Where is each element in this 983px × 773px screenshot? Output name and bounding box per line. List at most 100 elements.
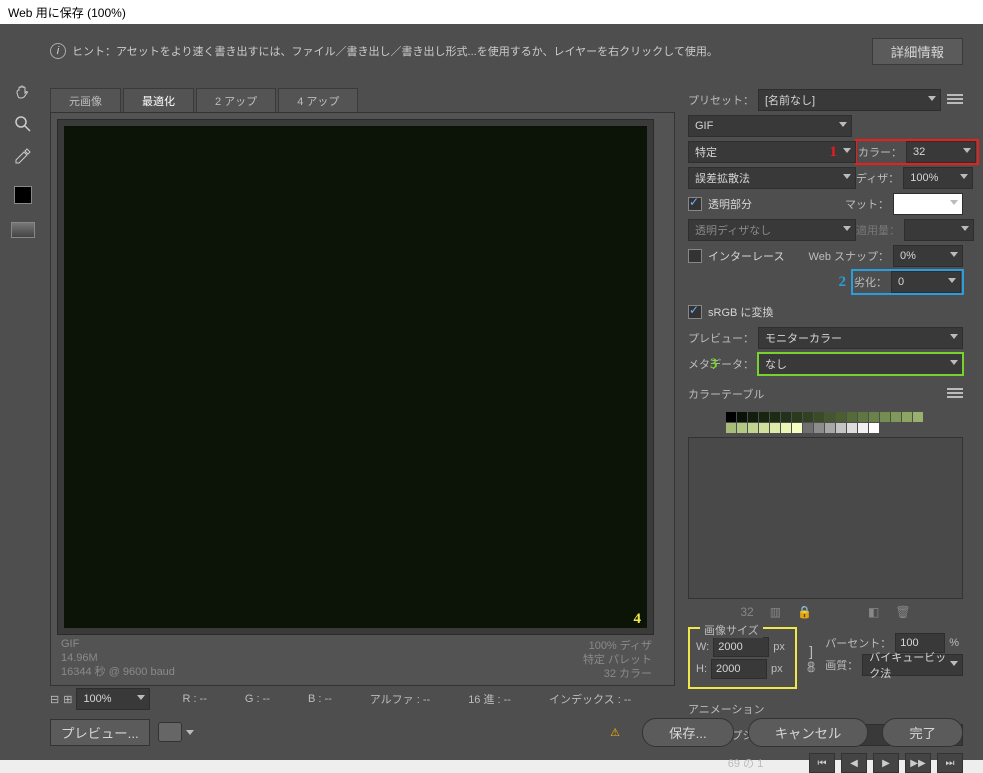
color-table-title: カラーテーブル bbox=[688, 386, 764, 402]
preview-button[interactable]: プレビュー... bbox=[50, 719, 150, 746]
metadata-select[interactable]: なし bbox=[758, 353, 963, 375]
color-swatch[interactable] bbox=[902, 412, 912, 422]
slice-visibility-button[interactable] bbox=[11, 222, 35, 238]
status-r: R : -- bbox=[182, 693, 206, 705]
tab-optimized[interactable]: 最適化 bbox=[123, 88, 194, 112]
colors-select[interactable]: 32 bbox=[906, 141, 976, 163]
width-input[interactable]: 2000 bbox=[713, 637, 769, 657]
color-swatch[interactable] bbox=[770, 412, 780, 422]
ct-new-icon[interactable]: ◧ bbox=[868, 605, 879, 619]
matte-select[interactable] bbox=[893, 193, 963, 215]
hint-text: ヒント：アセットをより速く書き出すには、ファイル／書き出し／書き出し形式...を… bbox=[72, 43, 718, 59]
color-swatch[interactable] bbox=[836, 412, 846, 422]
ct-lock-icon[interactable]: 🔒 bbox=[797, 605, 812, 619]
color-swatch[interactable] bbox=[814, 412, 824, 422]
more-info-button[interactable]: 詳細情報 bbox=[872, 38, 963, 65]
color-swatch[interactable] bbox=[836, 423, 846, 433]
done-button[interactable]: 完了 bbox=[882, 718, 963, 747]
quality-label: 画質： bbox=[825, 657, 858, 673]
link-wh-icon[interactable]: ]𝟠 bbox=[805, 643, 817, 676]
color-table-section: カラーテーブル 32 ▥ 🔒 ◧ 🗑 bbox=[688, 382, 963, 619]
warning-icon[interactable]: ⚠ bbox=[610, 726, 620, 739]
color-swatch[interactable] bbox=[803, 412, 813, 422]
zoom-tool-icon[interactable] bbox=[13, 114, 33, 134]
interlace-checkbox[interactable] bbox=[688, 249, 702, 263]
color-swatch[interactable] bbox=[737, 423, 747, 433]
color-swatch[interactable] bbox=[825, 423, 835, 433]
cancel-button[interactable]: キャンセル bbox=[748, 718, 869, 747]
trans-dither-select[interactable]: 透明ディザなし bbox=[688, 219, 856, 241]
dither-select[interactable]: 100% bbox=[903, 167, 973, 189]
ct-tool-icon[interactable]: ▥ bbox=[770, 605, 781, 619]
quality-select[interactable]: バイキュービック法 bbox=[862, 654, 963, 676]
color-swatch[interactable] bbox=[858, 412, 868, 422]
first-frame-button[interactable]: ⏮ bbox=[809, 753, 835, 773]
preview-select[interactable]: モニターカラー bbox=[758, 327, 963, 349]
reduction-select[interactable]: 特定 1 bbox=[688, 141, 856, 163]
status-hex: 16 進 : -- bbox=[468, 691, 511, 707]
color-swatch[interactable] bbox=[770, 423, 780, 433]
tab-original[interactable]: 元画像 bbox=[50, 88, 121, 112]
frame-info: 69 の 1 bbox=[688, 755, 803, 771]
color-table-grid[interactable] bbox=[726, 412, 926, 433]
save-button[interactable]: 保存... bbox=[642, 718, 734, 747]
hand-tool-icon[interactable] bbox=[13, 82, 33, 102]
status-bar: ⊟ ⊞ 100% R : -- G : -- B : -- アルファ : -- … bbox=[50, 688, 683, 710]
tab-2up[interactable]: 2 アップ bbox=[196, 88, 276, 112]
color-swatch[interactable] bbox=[781, 412, 791, 422]
height-input[interactable]: 2000 bbox=[711, 659, 767, 679]
eyedropper-tool-icon[interactable] bbox=[13, 146, 33, 166]
color-swatch[interactable] bbox=[858, 423, 868, 433]
color-swatch[interactable] bbox=[792, 423, 802, 433]
metadata-label: メタデータ： 3 bbox=[688, 356, 754, 372]
ct-trash-icon[interactable]: 🗑 bbox=[895, 605, 910, 619]
preview-panel: 元画像 最適化 2 アップ 4 アップ 4 GIF 14.96M 16344 秒… bbox=[50, 88, 675, 686]
color-swatch[interactable] bbox=[759, 412, 769, 422]
color-swatch[interactable] bbox=[737, 412, 747, 422]
matte-label: マット： bbox=[845, 196, 889, 212]
color-swatch[interactable] bbox=[781, 423, 791, 433]
preset-select[interactable]: [名前なし] bbox=[758, 89, 941, 111]
color-swatch[interactable] bbox=[891, 412, 901, 422]
color-table-menu-icon[interactable] bbox=[947, 388, 963, 400]
color-table-tools: 32 ▥ 🔒 ◧ 🗑 bbox=[688, 605, 963, 619]
transparency-checkbox[interactable] bbox=[688, 197, 702, 211]
color-swatch[interactable] bbox=[880, 412, 890, 422]
color-swatch[interactable] bbox=[759, 423, 769, 433]
dither-algo-select[interactable]: 誤差拡散法 bbox=[688, 167, 856, 189]
websnap-label: Web スナップ： bbox=[809, 248, 889, 264]
transparency-label: 透明部分 bbox=[708, 196, 752, 212]
next-frame-button[interactable]: ▶▶ bbox=[905, 753, 931, 773]
color-swatch[interactable] bbox=[726, 423, 736, 433]
tab-4up[interactable]: 4 アップ bbox=[278, 88, 358, 112]
amount-label: 適用量： bbox=[856, 222, 900, 238]
zoom-plus-icon[interactable]: ⊞ bbox=[63, 693, 72, 706]
color-swatch[interactable] bbox=[803, 423, 813, 433]
format-select[interactable]: GIF bbox=[688, 115, 852, 137]
last-frame-button[interactable]: ⏭ bbox=[937, 753, 963, 773]
zoom-select[interactable]: 100% bbox=[76, 688, 150, 710]
color-swatch[interactable] bbox=[869, 423, 879, 433]
color-swatch[interactable] bbox=[847, 423, 857, 433]
zoom-minus-icon[interactable]: ⊟ bbox=[50, 693, 59, 706]
eyedropper-swatch[interactable] bbox=[14, 186, 32, 204]
callout-3: 3 bbox=[710, 356, 718, 373]
prev-frame-button[interactable]: ◀ bbox=[841, 753, 867, 773]
browser-preview-icon[interactable] bbox=[158, 722, 182, 742]
color-swatch[interactable] bbox=[726, 412, 736, 422]
color-swatch[interactable] bbox=[825, 412, 835, 422]
color-swatch[interactable] bbox=[869, 412, 879, 422]
color-swatch[interactable] bbox=[792, 412, 802, 422]
readout-size: 14.96M bbox=[61, 651, 652, 665]
lossy-select[interactable]: 0 bbox=[891, 271, 961, 293]
color-swatch[interactable] bbox=[814, 423, 824, 433]
preview-viewport[interactable]: 4 bbox=[57, 119, 654, 635]
color-swatch[interactable] bbox=[748, 423, 758, 433]
websnap-select[interactable]: 0% bbox=[893, 245, 963, 267]
color-swatch[interactable] bbox=[847, 412, 857, 422]
color-swatch[interactable] bbox=[748, 412, 758, 422]
srgb-checkbox[interactable] bbox=[688, 305, 702, 319]
color-swatch[interactable] bbox=[913, 412, 923, 422]
preset-menu-icon[interactable] bbox=[947, 94, 963, 106]
play-button[interactable]: ▶ bbox=[873, 753, 899, 773]
